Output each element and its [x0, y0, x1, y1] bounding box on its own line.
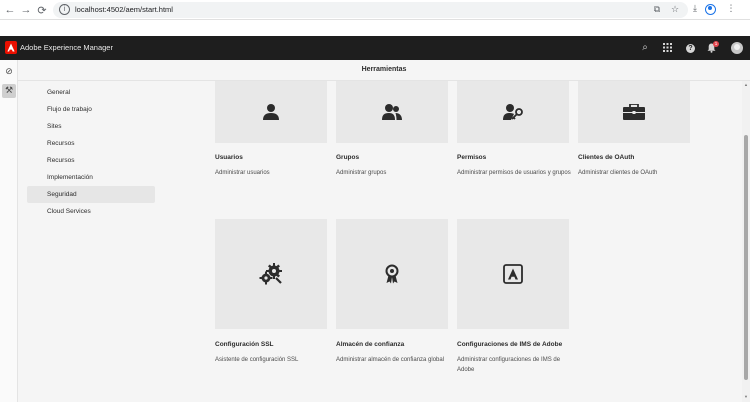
card-thumbnail[interactable] — [215, 81, 327, 143]
user-icon — [263, 104, 279, 120]
nav-item-deployment[interactable]: Implementación — [27, 169, 155, 186]
scrollbar-thumb[interactable] — [744, 135, 748, 380]
solutions-grid-icon[interactable] — [660, 41, 674, 55]
card-title[interactable]: Clientes de OAuth — [578, 154, 634, 161]
tools-nav: General Flujo de trabajo Sites Recursos … — [27, 84, 155, 220]
card-thumbnail[interactable] — [578, 81, 690, 143]
scroll-down-icon[interactable]: ▼ — [743, 394, 749, 400]
briefcase-icon — [623, 104, 645, 120]
search-icon[interactable]: ⌕ — [638, 41, 652, 55]
nav-item-general[interactable]: General — [27, 84, 155, 101]
address-bar[interactable]: i localhost:4502/aem/start.html ⧉ ☆ — [53, 2, 688, 18]
page-top-gap — [0, 20, 750, 36]
bookmark-star-icon[interactable]: ☆ — [670, 5, 680, 15]
download-icon[interactable]: ⤓ — [689, 3, 701, 15]
card-title[interactable]: Grupos — [336, 154, 359, 161]
card-thumbnail[interactable] — [215, 219, 327, 329]
nav-item-cloud-services[interactable]: Cloud Services — [27, 203, 155, 220]
card-title[interactable]: Configuraciones de IMS de Adobe — [457, 341, 562, 348]
card-title[interactable]: Almacén de confianza — [336, 341, 404, 348]
card-description: Asistente de configuración SSL — [215, 357, 299, 363]
card-description: Administrar permisos de usuarios y grupo… — [457, 170, 571, 176]
card-description: Administrar configuraciones de IMS de Ad… — [457, 357, 561, 373]
notification-count-badge: 1 — [713, 41, 719, 47]
award-icon — [385, 264, 399, 284]
nav-item-sites[interactable]: Sites — [27, 118, 155, 135]
site-info-icon[interactable]: i — [59, 4, 70, 15]
card-title[interactable]: Usuarios — [215, 154, 243, 161]
card-thumbnail[interactable] — [457, 81, 569, 143]
reload-icon[interactable]: ⟳ — [35, 3, 49, 17]
card-title[interactable]: Configuración SSL — [215, 341, 274, 348]
navigation-icon[interactable]: ⊘ — [2, 65, 16, 79]
nav-item-resources[interactable]: Recursos — [27, 135, 155, 152]
browser-toolbar: ← → ⟳ i localhost:4502/aem/start.html ⧉ … — [0, 0, 750, 20]
card-title[interactable]: Permisos — [457, 154, 486, 161]
url-text[interactable]: localhost:4502/aem/start.html — [75, 5, 173, 14]
user-key-icon — [503, 104, 523, 120]
card-thumbnail[interactable] — [336, 219, 448, 329]
app-title[interactable]: Adobe Experience Manager — [20, 43, 113, 52]
page-title: Herramientas — [361, 66, 407, 73]
card-thumbnail[interactable] — [336, 81, 448, 143]
card-description: Administrar almacén de confianza global — [336, 357, 445, 363]
nav-item-resources-2[interactable]: Recursos — [27, 152, 155, 169]
card-description: Administrar clientes de OAuth — [578, 170, 658, 176]
title-bar: Herramientas — [18, 60, 750, 81]
forward-icon[interactable]: → — [19, 3, 33, 17]
help-icon[interactable]: ? — [686, 44, 695, 53]
tools-icon[interactable]: ⚒ — [2, 84, 16, 98]
adobe-logo[interactable] — [5, 41, 17, 54]
nav-item-workflow[interactable]: Flujo de trabajo — [27, 101, 155, 118]
left-rail: ⊘ ⚒ — [0, 60, 18, 402]
nav-item-security[interactable]: Seguridad — [27, 186, 155, 203]
adobe-icon — [503, 264, 523, 284]
back-icon[interactable]: ← — [3, 3, 17, 17]
card-description: Administrar grupos — [336, 170, 387, 176]
scroll-up-icon[interactable]: ▲ — [743, 82, 749, 88]
card-description: Administrar usuarios — [215, 170, 270, 176]
gears-icon — [259, 263, 282, 285]
translate-icon[interactable]: ⧉ — [652, 5, 662, 15]
user-avatar[interactable] — [731, 42, 743, 54]
profile-icon[interactable] — [705, 4, 716, 15]
users-icon — [382, 104, 402, 120]
aem-shell-header: Adobe Experience Manager ⌕ ? 1 — [0, 36, 750, 60]
browser-menu-icon[interactable]: ⋮ — [725, 3, 737, 15]
card-thumbnail[interactable] — [457, 219, 569, 329]
